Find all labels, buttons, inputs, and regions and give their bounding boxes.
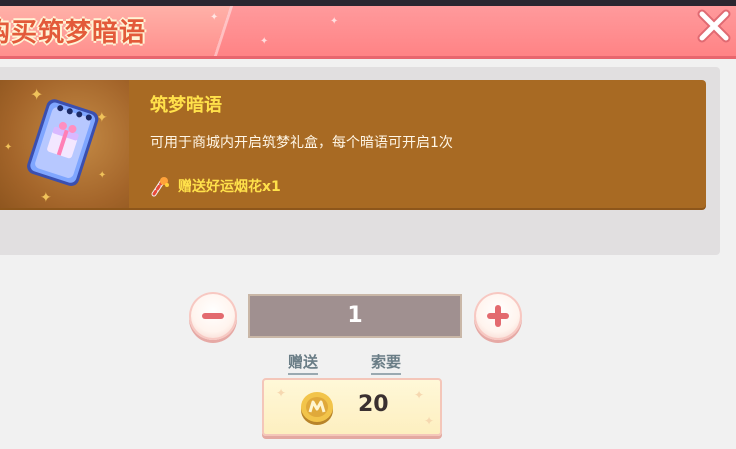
gift-ticket-icon: ✦ ✦ ✦ ✦ ✦ — [4, 85, 108, 206]
plus-icon — [487, 305, 509, 327]
increase-button[interactable] — [474, 292, 522, 340]
item-name: 筑梦暗语 — [150, 95, 222, 116]
sparkle-icon: ✦ — [276, 386, 287, 400]
gift-link[interactable]: 赠送 — [288, 351, 319, 375]
bonus-row: 赠送好运烟花x1 — [150, 176, 281, 198]
quantity-input[interactable]: 1 — [248, 294, 462, 338]
request-link[interactable]: 索要 — [371, 351, 402, 375]
price-amount: 20 — [358, 392, 389, 417]
minus-icon — [202, 313, 224, 319]
close-icon — [697, 9, 731, 43]
item-description: 可用于商城内开启筑梦礼盒，每个暗语可开启1次 — [150, 135, 453, 151]
sparkle-icon: ✦ — [414, 388, 425, 402]
dialog-title: 购买筑梦暗语 — [0, 18, 147, 48]
sparkle-icon: ✦ — [330, 16, 339, 27]
firework-icon — [150, 176, 172, 198]
svg-text:✦: ✦ — [98, 170, 106, 181]
item-thumbnail: ✦ ✦ ✦ ✦ ✦ — [0, 80, 129, 208]
item-card: ✦ ✦ ✦ ✦ ✦ 筑梦暗语 可用于商城内开启筑梦礼盒，每个暗语可开启1次 赠送… — [0, 80, 706, 208]
purchase-button[interactable]: ✦ ✦ ✦ 20 — [262, 378, 442, 436]
sparkle-icon: ✦ — [210, 12, 219, 23]
sparkle-icon: ✦ — [260, 36, 269, 47]
svg-text:✦: ✦ — [4, 142, 12, 153]
coin-icon — [301, 392, 333, 425]
svg-text:✦: ✦ — [30, 85, 43, 104]
dialog-header: ✦ ✦ ✦ 购买筑梦暗语 — [0, 6, 736, 59]
decrease-button[interactable] — [189, 292, 237, 340]
sparkle-icon: ✦ — [424, 414, 435, 428]
bonus-text: 赠送好运烟花x1 — [178, 179, 281, 195]
close-button[interactable] — [694, 6, 734, 46]
svg-text:✦: ✦ — [40, 190, 52, 206]
